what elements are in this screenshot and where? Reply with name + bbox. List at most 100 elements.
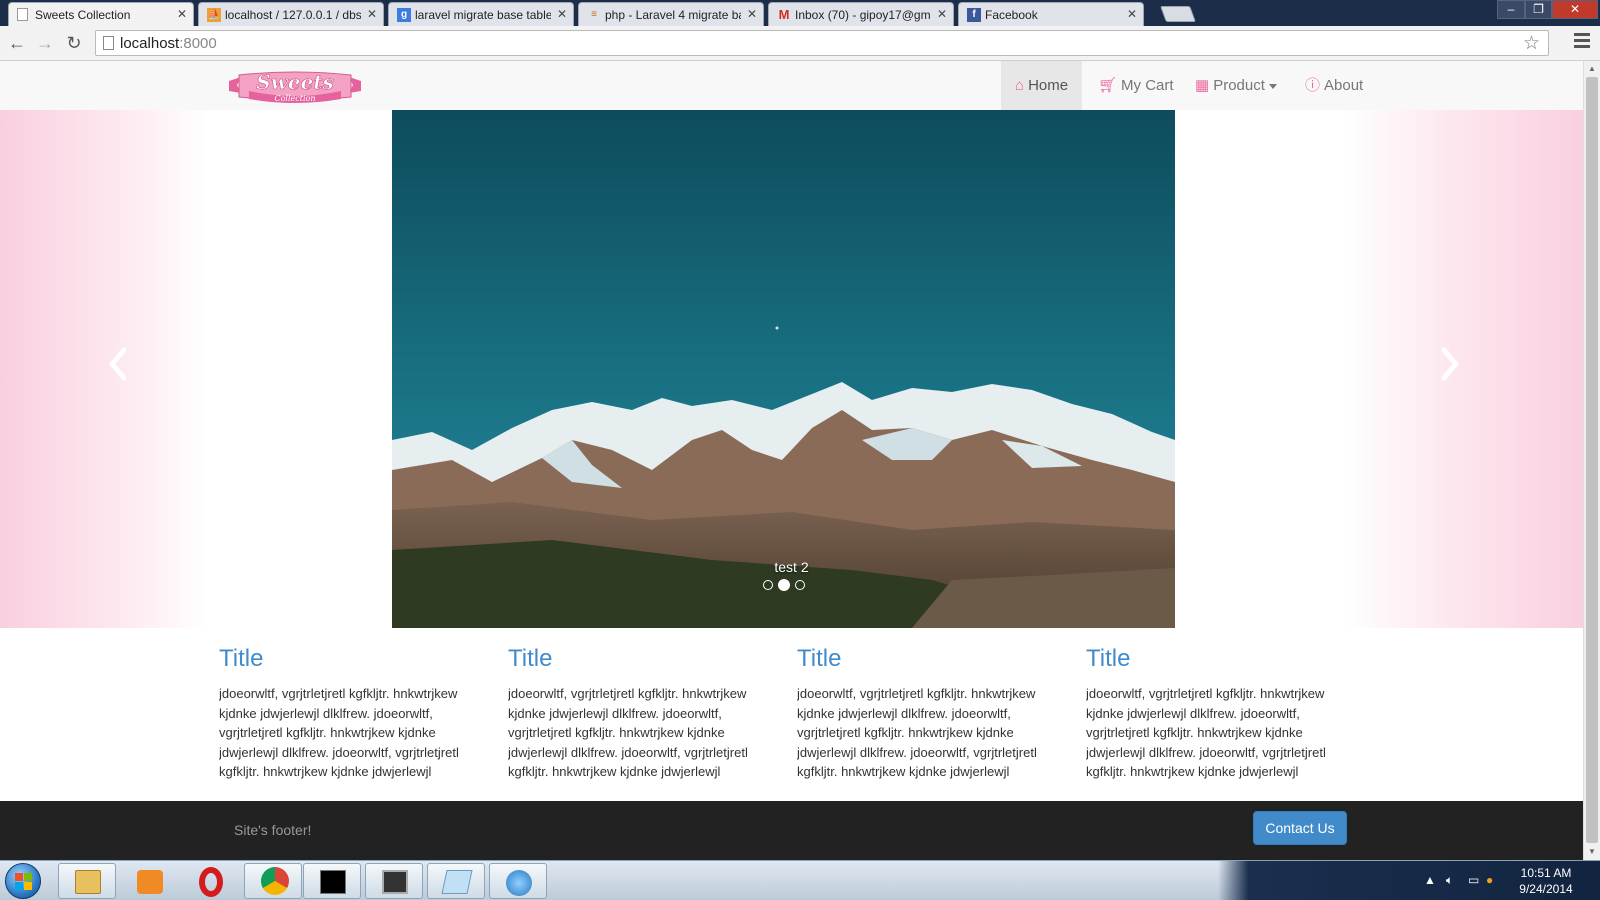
network-icon[interactable]: ▭ [1468,873,1479,887]
nav-home-label: Home [1028,77,1069,94]
close-tab-icon[interactable]: ✕ [177,7,187,21]
taskbar-opera[interactable] [182,863,240,899]
nav-about-label: About [1324,77,1364,94]
content-column-1: Title jdoeorwltf, vgrjtrletjretl kgfkljt… [219,644,481,783]
column-title: Title [797,645,842,672]
system-clock[interactable]: 10:51 AM 9/24/2014 [1501,865,1591,897]
page-scrollbar[interactable]: ▲ ▼ [1583,61,1600,860]
url-text: localhost:8000 [120,35,217,52]
network-app-icon [506,870,532,896]
windows-start-button[interactable] [5,863,41,899]
browser-menu-icon[interactable] [1574,33,1590,51]
carousel-prev-arrow-icon[interactable] [104,344,134,384]
footer-text: Site's footer! [234,822,312,838]
content-column-4: Title jdoeorwltf, vgrjtrletjretl kgfkljt… [1086,644,1348,783]
maximize-button[interactable]: ❐ [1525,0,1552,19]
taskbar-cmd[interactable] [303,863,361,899]
browser-tab-strip: Sweets Collection ✕ ⛵ localhost / 127.0.… [0,0,1600,27]
site-navbar: Sweets Collection ⌂ Home 🛒︎ My Cart ▦ Produ… [0,61,1583,111]
carousel-slide-image [392,110,1175,628]
brand-subtext: Collection [274,94,315,103]
column-text: jdoeorwltf, vgrjtrletjretl kgfkljtr. hnk… [797,686,1037,780]
image-carousel: test 2 [0,110,1583,628]
volume-icon[interactable]: 🔈︎ [1446,873,1453,888]
close-tab-icon[interactable]: ✕ [557,7,567,21]
stackoverflow-icon: ≡ [591,9,597,20]
scrollbar-thumb[interactable] [1586,77,1598,843]
tab-phpmyadmin[interactable]: ⛵ localhost / 127.0.0.1 / dbsw ✕ [198,2,384,26]
address-bar[interactable]: localhost:8000 ☆ [95,30,1549,56]
taskbar-media-player[interactable] [120,863,178,899]
scroll-down-arrow-icon[interactable]: ▼ [1588,847,1596,856]
explorer-icon [75,870,101,894]
tab-title: Inbox (70) - gipoy17@gma [795,8,931,22]
cart-icon: 🛒︎ [1098,77,1118,94]
taskbar-explorer[interactable] [58,863,116,899]
content-column-3: Title jdoeorwltf, vgrjtrletjretl kgfkljt… [797,644,1059,783]
system-tray: ▲ 🔈︎ ▭ ● 10:51 AM 9/24/2014 [1218,861,1600,900]
notification-icon[interactable]: ● [1486,873,1493,887]
close-tab-icon[interactable]: ✕ [747,7,757,21]
taskbar-notepad[interactable] [427,863,485,899]
nav-cart-label: My Cart [1121,77,1174,94]
contact-us-button[interactable]: Contact Us [1253,811,1347,845]
close-tab-icon[interactable]: ✕ [937,7,947,21]
column-title: Title [508,645,553,672]
carousel-indicator[interactable] [795,580,805,590]
tab-gmail[interactable]: M Inbox (70) - gipoy17@gma ✕ [768,2,954,26]
caret-down-icon [1268,83,1277,89]
brand-logo[interactable]: Sweets Collection [227,67,363,105]
taskbar-app-window[interactable] [365,863,423,899]
new-tab-button[interactable] [1160,6,1196,22]
opera-icon [199,867,223,897]
tab-title: Sweets Collection [35,8,131,22]
brand-text: Sweets [256,70,334,94]
column-title: Title [1086,645,1131,672]
forward-arrow-icon[interactable]: → [34,32,56,54]
nav-about[interactable]: ⓘ About [1291,61,1377,111]
column-title: Title [219,645,264,672]
carousel-next-arrow-icon[interactable] [1434,344,1464,384]
info-icon: ⓘ [1305,77,1321,94]
carousel-indicator[interactable] [763,580,773,590]
content-column-2: Title jdoeorwltf, vgrjtrletjretl kgfkljt… [508,644,770,783]
tab-google-search[interactable]: g laravel migrate base table ✕ [388,2,574,26]
tab-title: laravel migrate base table [415,8,551,22]
column-text: jdoeorwltf, vgrjtrletjretl kgfkljtr. hnk… [508,686,748,780]
notepad-icon [441,870,473,894]
bookmark-star-icon[interactable]: ☆ [1523,32,1540,55]
google-icon: g [397,8,411,22]
tab-title: localhost / 127.0.0.1 / dbsw [225,8,361,22]
reload-icon[interactable]: ↻ [63,32,85,54]
column-text: jdoeorwltf, vgrjtrletjretl kgfkljtr. hnk… [219,686,459,780]
tab-facebook[interactable]: f Facebook ✕ [958,2,1144,26]
browser-toolbar: ← → ↻ localhost:8000 ☆ [0,26,1600,61]
nav-product-dropdown[interactable]: ▦ Product [1181,61,1291,111]
show-hidden-icons-icon[interactable]: ▲ [1424,873,1436,887]
nav-home[interactable]: ⌂ Home [1001,61,1083,111]
nav-product-label: Product [1213,77,1265,94]
close-window-button[interactable]: ✕ [1552,0,1598,19]
back-arrow-icon[interactable]: ← [6,32,28,54]
close-tab-icon[interactable]: ✕ [1127,7,1137,21]
phpmyadmin-icon: ⛵ [207,8,221,22]
nav-my-cart[interactable]: 🛒︎ My Cart [1084,61,1188,111]
scroll-up-arrow-icon[interactable]: ▲ [1588,64,1596,73]
facebook-icon: f [967,8,981,22]
cmd-icon [320,870,346,894]
chrome-icon [261,867,289,895]
minimize-button[interactable]: – [1497,0,1525,19]
taskbar-chrome[interactable] [244,863,302,899]
url-host: localhost [120,35,180,52]
carousel-indicator-active[interactable] [778,579,790,591]
tab-stackoverflow[interactable]: ≡ php - Laravel 4 migrate ba ✕ [578,2,764,26]
clock-time: 10:51 AM [1520,866,1572,880]
column-text: jdoeorwltf, vgrjtrletjretl kgfkljtr. hnk… [1086,686,1326,780]
taskbar-network-app[interactable] [489,863,547,899]
clock-date: 9/24/2014 [1519,882,1573,896]
tab-sweets-collection[interactable]: Sweets Collection ✕ [8,2,194,27]
site-footer: Site's footer! Contact Us [0,801,1583,860]
home-icon: ⌂ [1015,77,1025,94]
page-viewport: Sweets Collection ⌂ Home 🛒︎ My Cart ▦ Produ… [0,61,1583,860]
close-tab-icon[interactable]: ✕ [367,7,377,21]
